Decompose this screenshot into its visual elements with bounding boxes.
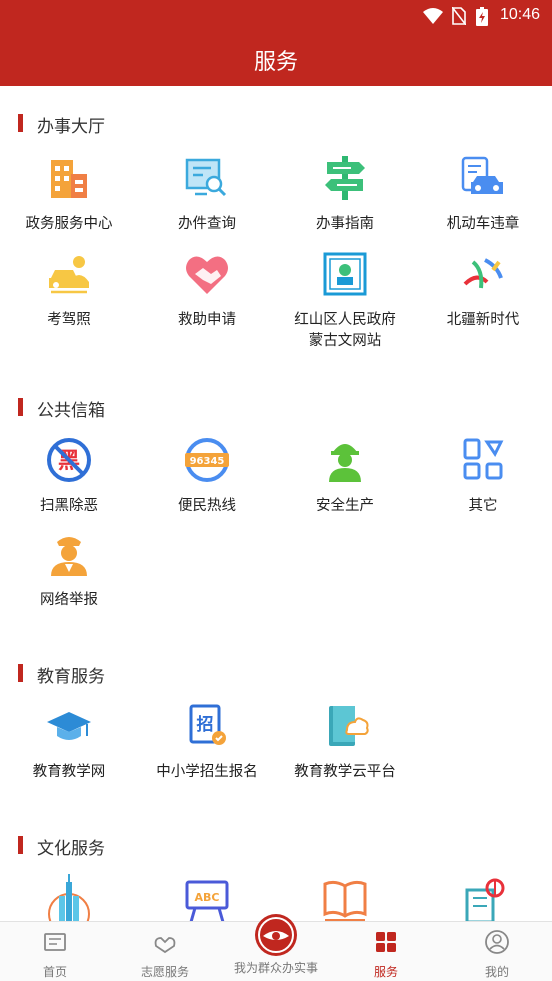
service-item-vehicle-violation[interactable]: 机动车违章	[414, 152, 552, 235]
tab-label: 我的	[484, 965, 509, 979]
service-label: 考驾照	[47, 312, 91, 328]
center-emblem-icon[interactable]	[255, 914, 297, 956]
car-violation-icon	[461, 156, 503, 194]
badge-text: 96345	[190, 456, 225, 467]
profile-icon	[485, 930, 509, 954]
service-item-online-report[interactable]: 网络举报	[0, 528, 138, 611]
section-title: 公共信箱	[37, 401, 105, 421]
hotline-icon: 96345	[185, 438, 229, 482]
abc-board-icon: ABC	[185, 880, 229, 921]
driving-license-icon	[49, 256, 89, 294]
status-bar: 10:46	[0, 0, 552, 32]
badge-text: ABC	[195, 891, 220, 904]
service-item-case-query[interactable]: 办件查询	[138, 152, 276, 235]
tab-label: 志愿服务	[140, 965, 189, 979]
battery-charging-icon	[476, 7, 488, 26]
service-item-school-enrollment[interactable]: 招 中小学招生报名	[138, 700, 276, 783]
service-label: 其它	[468, 498, 498, 514]
wifi-icon	[423, 8, 443, 24]
section-marker	[18, 836, 23, 854]
service-label: 机动车违章	[446, 216, 520, 232]
service-item-mongolian-site[interactable]: 红山区人民政府 蒙古文网站	[276, 248, 414, 352]
grid-shapes-icon	[463, 438, 504, 480]
service-label: 红山区人民政府 蒙古文网站	[294, 312, 396, 349]
section-culture: 文化服务 ABC	[0, 834, 552, 921]
service-label: 安全生产	[316, 498, 374, 514]
service-label: 教育教学云平台	[294, 764, 396, 780]
service-label: 救助申请	[178, 312, 236, 328]
tab-label: 服务	[373, 965, 398, 979]
service-label: 扫黑除恶	[40, 498, 98, 514]
service-item-relief[interactable]: 救助申请	[138, 248, 276, 331]
graduation-cap-icon	[47, 712, 91, 740]
service-item-hotline[interactable]: 96345 便民热线	[138, 434, 276, 517]
police-officer-icon	[51, 537, 87, 576]
government-building-icon	[51, 160, 87, 198]
service-item-gov-center[interactable]: 政务服务中心	[0, 152, 138, 235]
emblem-graphic	[258, 917, 294, 953]
safety-worker-icon	[329, 444, 361, 482]
badge-text: 招	[197, 714, 214, 735]
no-sim-icon	[452, 7, 466, 25]
service-list[interactable]: 办事大厅 政务服务中心 办件查询 办事指南 机动车违章 考驾照 救助申请 红山区…	[0, 86, 552, 921]
service-label: 政务服务中心	[25, 216, 113, 232]
service-item-beijiang[interactable]: 北疆新时代	[414, 248, 552, 331]
cloud-book-icon	[329, 706, 369, 746]
service-item-culture-1[interactable]	[0, 874, 138, 921]
page-title: 服务	[253, 50, 298, 75]
tab-service[interactable]: 服务	[331, 922, 441, 981]
section-office-hall: 办事大厅 政务服务中心 办件查询 办事指南 机动车违章 考驾照 救助申请 红山区…	[0, 112, 552, 362]
service-label: 办件查询	[178, 216, 236, 232]
bottom-tab-bar: 首页 志愿服务 我为群众办实事 服务 我的	[0, 914, 552, 981]
service-label: 网络举报	[40, 592, 98, 608]
section-public-mailbox: 公共信箱 黑 扫黑除恶 96345 便民热线 安全生产	[0, 396, 552, 626]
service-item-guide[interactable]: 办事指南	[276, 152, 414, 235]
tab-label: 我为群众办实事	[233, 961, 318, 975]
tab-label: 首页	[42, 965, 67, 979]
section-marker	[18, 114, 23, 132]
app-header: 10:46 服务	[0, 0, 552, 86]
tab-home[interactable]: 首页	[0, 922, 110, 981]
service-item-edu-network[interactable]: 教育教学网	[0, 700, 138, 783]
enrollment-icon: 招	[189, 704, 226, 745]
tab-volunteer[interactable]: 志愿服务	[110, 922, 220, 981]
service-item-edu-cloud[interactable]: 教育教学云平台	[276, 700, 414, 783]
clock: 10:46	[499, 6, 540, 23]
signpost-icon	[325, 156, 365, 200]
section-marker	[18, 398, 23, 416]
anti-crime-icon: 黑	[47, 438, 91, 482]
service-item-safety[interactable]: 安全生产	[276, 434, 414, 517]
service-label: 北疆新时代	[446, 312, 520, 328]
document-search-icon	[185, 158, 227, 197]
service-label: 便民热线	[178, 498, 236, 514]
open-book-icon	[323, 880, 367, 921]
section-title: 办事大厅	[37, 117, 105, 137]
service-label: 教育教学网	[32, 764, 106, 780]
tab-mine[interactable]: 我的	[442, 922, 552, 981]
service-item-culture-4[interactable]	[414, 874, 552, 921]
section-education: 教育服务 教育教学网 招 中小学招生报名 教育教学云平台	[0, 662, 552, 802]
section-marker	[18, 664, 23, 682]
library-building-icon	[465, 878, 505, 921]
service-item-driving-license[interactable]: 考驾照	[0, 248, 138, 331]
service-label: 中小学招生报名	[156, 764, 258, 780]
service-grid-icon	[376, 932, 396, 952]
service-item-other[interactable]: 其它	[414, 434, 552, 517]
service-label: 办事指南	[316, 216, 374, 232]
heart-handshake-icon	[186, 256, 228, 294]
volunteer-hands-icon	[154, 937, 176, 954]
service-item-anti-crime[interactable]: 黑 扫黑除恶	[0, 434, 138, 517]
section-title: 教育服务	[37, 667, 105, 687]
beijiang-logo-icon	[463, 258, 503, 289]
section-title: 文化服务	[37, 839, 105, 859]
home-news-icon	[44, 933, 66, 951]
city-tower-icon	[48, 874, 90, 921]
mongolian-website-icon	[323, 252, 367, 296]
